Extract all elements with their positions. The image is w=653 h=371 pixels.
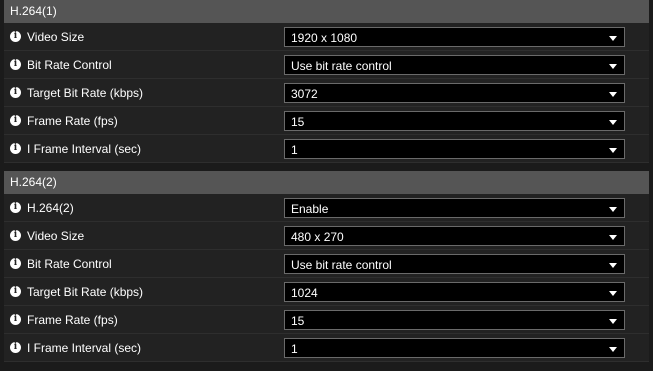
info-icon[interactable]: i [10,87,21,98]
frame-rate-select[interactable]: 15 [284,110,625,131]
chevron-down-icon [609,147,617,153]
bit-rate-control-select[interactable]: Use bit rate control [284,54,625,75]
setting-row-target-bit-rate: i Target Bit Rate (kbps) 1024 [4,278,649,306]
select-value: 1920 x 1080 [291,30,358,45]
chevron-down-icon [609,91,617,97]
section-divider [4,163,649,171]
section-header-h264-1: H.264(1) [4,0,649,23]
setting-label: Target Bit Rate (kbps) [27,85,144,100]
setting-row-video-size: i Video Size 1920 x 1080 [4,23,649,51]
setting-row-target-bit-rate: i Target Bit Rate (kbps) 3072 [4,79,649,107]
info-icon[interactable]: i [10,115,21,126]
select-value: Use bit rate control [291,257,392,272]
setting-row-video-size: i Video Size 480 x 270 [4,222,649,250]
video-size-select[interactable]: 480 x 270 [284,225,625,246]
info-icon[interactable]: i [10,59,21,70]
setting-row-bit-rate-control: i Bit Rate Control Use bit rate control [4,51,649,79]
setting-label: Target Bit Rate (kbps) [27,284,144,299]
info-icon[interactable]: i [10,202,21,213]
video-size-select[interactable]: 1920 x 1080 [284,26,625,47]
setting-label: Video Size [27,29,85,44]
select-value: 15 [291,114,305,129]
info-icon[interactable]: i [10,314,21,325]
setting-row-frame-rate: i Frame Rate (fps) 15 [4,107,649,135]
select-value: 480 x 270 [291,229,344,244]
chevron-down-icon [609,346,617,352]
settings-panel: H.264(1) i Video Size 1920 x 1080 i Bit Ra… [4,0,649,362]
h264-2-enable-select[interactable]: Enable [284,197,625,218]
info-icon[interactable]: i [10,143,21,154]
chevron-down-icon [609,35,617,41]
bit-rate-control-select[interactable]: Use bit rate control [284,253,625,274]
select-value: 1 [291,142,298,157]
setting-label: Frame Rate (fps) [27,113,118,128]
select-value: Use bit rate control [291,58,392,73]
select-value: Enable [291,201,329,216]
section-header-h264-2: H.264(2) [4,171,649,194]
info-icon[interactable]: i [10,230,21,241]
setting-label: Video Size [27,228,85,243]
chevron-down-icon [609,63,617,69]
frame-rate-select[interactable]: 15 [284,309,625,330]
setting-label: Frame Rate (fps) [27,312,118,327]
info-icon[interactable]: i [10,342,21,353]
chevron-down-icon [609,119,617,125]
setting-row-frame-rate: i Frame Rate (fps) 15 [4,306,649,334]
info-icon[interactable]: i [10,258,21,269]
info-icon[interactable]: i [10,286,21,297]
target-bit-rate-select[interactable]: 3072 [284,82,625,103]
setting-label: Bit Rate Control [27,256,112,271]
chevron-down-icon [609,234,617,240]
select-value: 1 [291,341,298,356]
setting-label: Bit Rate Control [27,57,112,72]
info-icon[interactable]: i [10,31,21,42]
select-value: 1024 [291,285,318,300]
setting-row-bit-rate-control: i Bit Rate Control Use bit rate control [4,250,649,278]
chevron-down-icon [609,318,617,324]
setting-label: I Frame Interval (sec) [27,141,142,156]
chevron-down-icon [609,262,617,268]
setting-row-i-frame-interval: i I Frame Interval (sec) 1 [4,334,649,362]
select-value: 15 [291,313,305,328]
i-frame-interval-select[interactable]: 1 [284,138,625,159]
i-frame-interval-select[interactable]: 1 [284,337,625,358]
setting-row-h264-2-enable: i H.264(2) Enable [4,194,649,222]
setting-row-i-frame-interval: i I Frame Interval (sec) 1 [4,135,649,163]
select-value: 3072 [291,86,318,101]
setting-label: H.264(2) [27,200,74,215]
target-bit-rate-select[interactable]: 1024 [284,281,625,302]
chevron-down-icon [609,290,617,296]
setting-label: I Frame Interval (sec) [27,340,142,355]
chevron-down-icon [609,206,617,212]
